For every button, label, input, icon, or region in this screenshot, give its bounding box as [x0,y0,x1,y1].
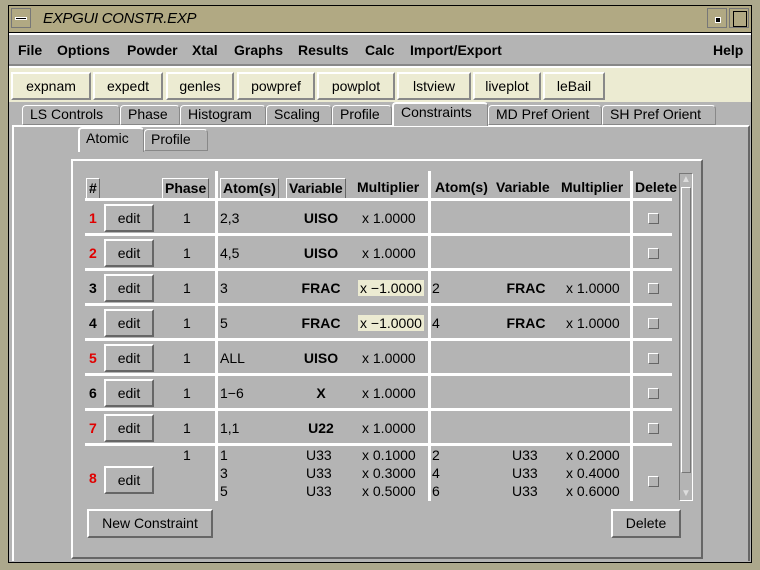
genles-button[interactable]: genles [166,72,234,100]
multiplier-value: x 0.5000 [362,483,416,499]
tab-profile[interactable]: Profile [332,105,392,125]
tab-histogram[interactable]: Histogram [180,105,266,125]
maximize-button[interactable] [729,8,749,28]
delete-button[interactable]: Delete [611,509,681,538]
multiplier-value-2: x 0.2000 [566,447,620,463]
tab-sh-pref-orient[interactable]: SH Pref Orient [602,105,716,125]
variable-value: U33 [306,447,332,463]
variable-value: U33 [306,465,332,481]
edit-button[interactable]: edit [104,466,154,494]
liveplot-button[interactable]: liveplot [473,72,541,100]
constraint-number: 8 [89,470,97,486]
multiplier-value: x 0.1000 [362,447,416,463]
lebail-button[interactable]: leBail [543,72,605,100]
window-frame: EXPGUI CONSTR.EXP File Options Powder Xt… [0,0,760,570]
scroll-up-icon[interactable]: ▲ [680,174,692,186]
atoms-value-2: 4 [432,465,440,481]
main-tabs: LS Controls Phase Histogram Scaling Prof… [9,102,751,126]
minimize-button[interactable] [707,8,727,28]
variable-value-2: U33 [512,465,538,481]
atoms-value-2: 2 [432,447,440,463]
lstview-button[interactable]: lstview [397,72,471,100]
constraints-page: Atomic Profile # Phase Atom(s) Variable … [12,125,750,561]
tab-ls-controls[interactable]: LS Controls [22,105,120,125]
minimize-icon [715,17,721,23]
variable-value-2: U33 [512,447,538,463]
atoms-value-2: 6 [432,483,440,499]
menu-import-export[interactable]: Import/Export [410,42,502,58]
subtab-profile[interactable]: Profile [144,129,208,151]
vertical-scrollbar[interactable]: ▲ ▼ [679,173,693,501]
menu-xtal[interactable]: Xtal [192,42,218,58]
menu-options[interactable]: Options [57,42,110,58]
delete-checkbox[interactable] [648,476,659,487]
phase-value: 1 [183,447,191,463]
tab-md-pref-orient[interactable]: MD Pref Orient [488,105,602,125]
menu-bar: File Options Powder Xtal Graphs Results … [9,33,751,66]
menu-file[interactable]: File [18,42,42,58]
atomic-constraints-panel: # Phase Atom(s) Variable Multiplier Atom… [71,159,703,559]
title-bar[interactable]: EXPGUI CONSTR.EXP [9,6,751,33]
multiplier-value: x 0.3000 [362,465,416,481]
tab-scaling[interactable]: Scaling [266,105,332,125]
multiplier-value-2: x 0.4000 [566,465,620,481]
window-menu-icon [15,17,27,20]
scrollbar-thumb[interactable] [681,187,691,473]
tab-constraints[interactable]: Constraints [392,102,488,126]
variable-value: U33 [306,483,332,499]
menu-calc[interactable]: Calc [365,42,395,58]
menu-help[interactable]: Help [713,42,743,58]
subtab-atomic[interactable]: Atomic [78,127,144,152]
table-row: 8 edit 1 1 U33 x 0.1000 3 U33 x 0.3000 5 U33 x 0.50… [73,161,673,501]
powplot-button[interactable]: powplot [317,72,395,100]
multiplier-value-2: x 0.6000 [566,483,620,499]
maximize-icon [733,11,747,27]
new-constraint-button[interactable]: New Constraint [87,509,213,538]
window-menu-button[interactable] [11,8,31,28]
expnam-button[interactable]: expnam [11,72,91,100]
expedt-button[interactable]: expedt [93,72,163,100]
atoms-value: 3 [220,465,228,481]
toolbar: expnam expedt genles powpref powplot lst… [9,66,751,102]
menu-results[interactable]: Results [298,42,349,58]
variable-value-2: U33 [512,483,538,499]
scroll-down-icon[interactable]: ▼ [680,488,692,500]
atoms-value: 5 [220,483,228,499]
atoms-value: 1 [220,447,228,463]
powpref-button[interactable]: powpref [237,72,315,100]
window-title: EXPGUI CONSTR.EXP [43,10,197,27]
tab-phase[interactable]: Phase [120,105,180,125]
app-window: EXPGUI CONSTR.EXP File Options Powder Xt… [8,5,752,563]
menu-powder[interactable]: Powder [127,42,178,58]
menu-graphs[interactable]: Graphs [234,42,283,58]
